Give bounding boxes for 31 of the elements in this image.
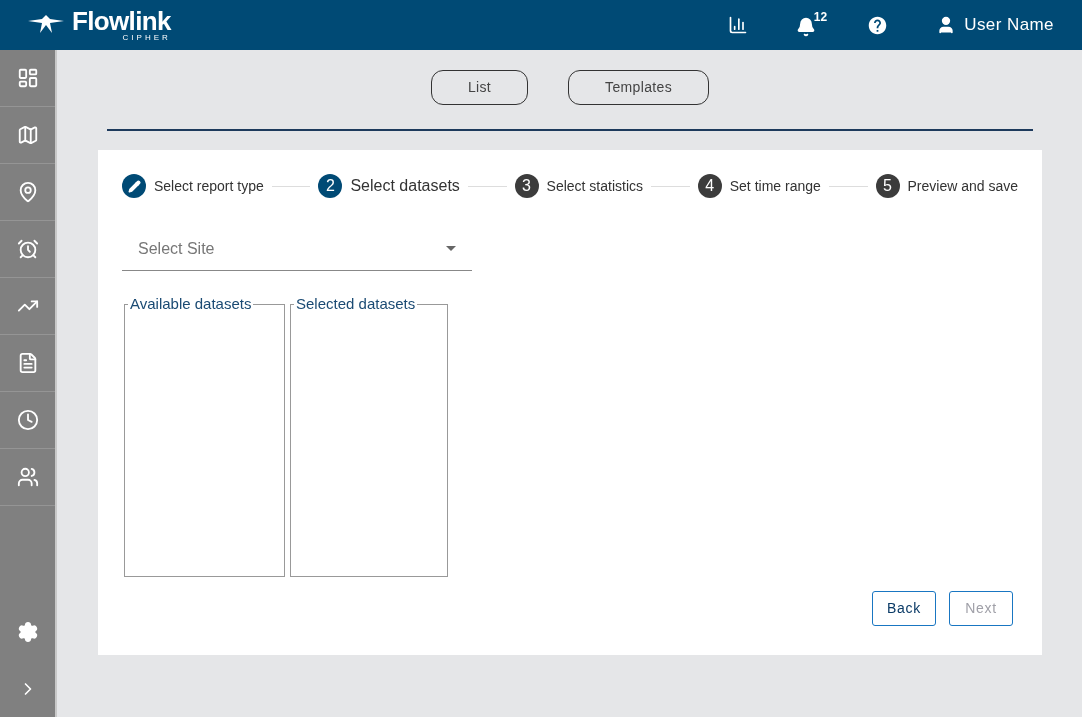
help-icon xyxy=(867,14,889,36)
clock-icon xyxy=(16,409,39,431)
dashboard-icon xyxy=(16,67,39,89)
list-legend: Available datasets xyxy=(128,293,254,316)
users-icon xyxy=(16,466,39,488)
step-number: 2 xyxy=(318,174,343,198)
step-label: Select datasets xyxy=(350,176,460,196)
pencil-icon xyxy=(127,179,141,193)
bell-icon xyxy=(795,17,816,37)
step-label: Set time range xyxy=(729,176,821,196)
list-legend: Selected datasets xyxy=(294,293,418,316)
help-button[interactable] xyxy=(867,14,889,36)
step-label: Select statistics xyxy=(546,176,644,196)
alarm-clock-icon xyxy=(16,238,39,260)
map-icon xyxy=(16,124,39,146)
report-icon-button[interactable] xyxy=(727,15,748,35)
notifications-button[interactable]: 12 xyxy=(795,11,828,39)
step-number: 4 xyxy=(697,174,722,198)
step-number: 5 xyxy=(875,174,900,198)
step-label: Select report type xyxy=(154,176,264,196)
chart-icon xyxy=(727,15,748,35)
nav-button[interactable]: Back xyxy=(872,591,936,626)
step-label: Preview and save xyxy=(907,176,1018,196)
logo-subtext: CIPHER xyxy=(122,34,171,42)
view-button[interactable]: Templates xyxy=(568,70,710,105)
view-button[interactable]: List xyxy=(430,70,529,105)
site-select[interactable]: Select Site xyxy=(122,227,472,271)
step-number: 3 xyxy=(514,174,539,198)
logo-text: Flowlink xyxy=(72,8,171,34)
user-menu[interactable]: User Name xyxy=(936,12,1054,38)
dropdown-caret-icon xyxy=(446,246,456,251)
